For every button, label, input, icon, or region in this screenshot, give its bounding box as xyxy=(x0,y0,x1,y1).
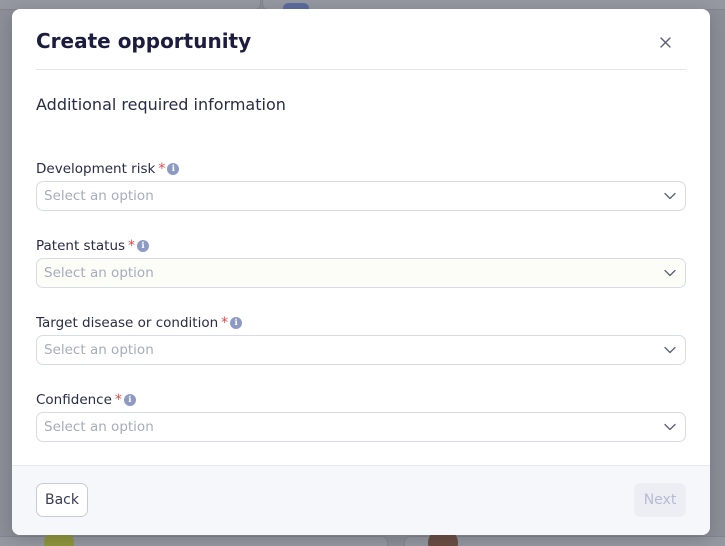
field-label-row: Patent status * i xyxy=(36,237,686,255)
modal-title: Create opportunity xyxy=(36,29,252,53)
required-marker: * xyxy=(221,315,229,331)
info-icon[interactable]: i xyxy=(230,317,243,329)
select-placeholder: Select an option xyxy=(44,342,154,358)
close-icon xyxy=(659,36,671,48)
chevron-down-icon xyxy=(663,189,677,203)
field-label-row: Confidence * i xyxy=(36,391,686,409)
select-placeholder: Select an option xyxy=(44,419,154,435)
field-label: Target disease or condition xyxy=(36,315,219,331)
field-label: Development risk xyxy=(36,161,156,177)
target-disease-select[interactable]: Select an option xyxy=(36,335,686,365)
info-icon[interactable]: i xyxy=(123,394,136,406)
field-label-row: Development risk * i xyxy=(36,160,686,178)
field-label: Confidence xyxy=(36,392,112,408)
required-marker: * xyxy=(158,161,166,177)
patent-status-field: Patent status * i Select an option xyxy=(36,237,686,288)
select-placeholder: Select an option xyxy=(44,265,154,281)
chevron-down-icon xyxy=(663,266,677,280)
modal-header: Create opportunity xyxy=(36,9,686,70)
section-title: Additional required information xyxy=(36,95,286,114)
field-label-row: Target disease or condition * i xyxy=(36,314,686,332)
development-risk-select[interactable]: Select an option xyxy=(36,181,686,211)
chevron-down-icon xyxy=(663,343,677,357)
chevron-down-icon xyxy=(663,420,677,434)
required-marker: * xyxy=(128,238,136,254)
confidence-field: Confidence * i Select an option xyxy=(36,391,686,442)
required-marker: * xyxy=(114,392,122,408)
next-button[interactable]: Next xyxy=(634,483,686,517)
modal-footer: Back Next xyxy=(12,465,710,535)
info-icon[interactable]: i xyxy=(137,240,150,252)
select-placeholder: Select an option xyxy=(44,188,154,204)
back-button[interactable]: Back xyxy=(36,483,88,517)
patent-status-select[interactable]: Select an option xyxy=(36,258,686,288)
confidence-select[interactable]: Select an option xyxy=(36,412,686,442)
target-disease-field: Target disease or condition * i Select a… xyxy=(36,314,686,365)
development-risk-field: Development risk * i Select an option xyxy=(36,160,686,211)
create-opportunity-modal: Create opportunity Additional required i… xyxy=(12,9,710,535)
field-label: Patent status xyxy=(36,238,126,254)
close-button[interactable] xyxy=(654,31,676,53)
info-icon[interactable]: i xyxy=(167,163,180,175)
